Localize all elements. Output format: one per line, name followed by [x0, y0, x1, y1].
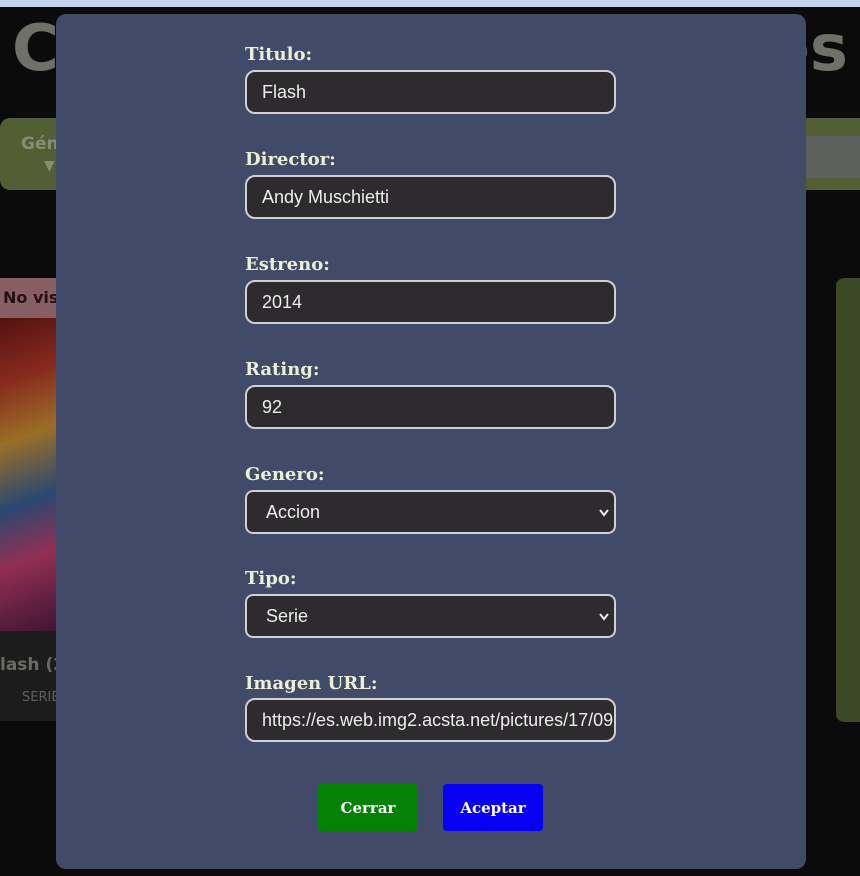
rating-label: Rating:: [245, 359, 320, 380]
tipo-select[interactable]: Serie: [245, 594, 616, 638]
director-input[interactable]: Andy Muschietti: [245, 175, 616, 219]
tipo-select-value: Serie: [266, 606, 309, 626]
aceptar-button[interactable]: Aceptar: [443, 784, 543, 831]
rating-input[interactable]: 92: [245, 385, 616, 429]
genero-select-value: Accion: [266, 502, 321, 522]
browser-top-strip: [0, 0, 860, 7]
titulo-input[interactable]: Flash: [245, 70, 616, 114]
estreno-input[interactable]: 2014: [245, 280, 616, 324]
director-label: Director:: [245, 149, 336, 170]
imagen-url-label: Imagen URL:: [245, 673, 378, 694]
estreno-label: Estreno:: [245, 254, 330, 275]
imagen-url-input[interactable]: https://es.web.img2.acsta.net/pictures/1…: [245, 698, 616, 742]
tipo-label: Tipo:: [245, 568, 297, 589]
cerrar-button[interactable]: Cerrar: [318, 784, 418, 831]
chevron-down-icon: [598, 493, 610, 548]
genero-label: Genero:: [245, 464, 325, 485]
chevron-down-icon: [598, 597, 610, 652]
genero-select[interactable]: Accion: [245, 490, 616, 534]
edit-modal: Titulo: Flash Director: Andy Muschietti …: [56, 14, 806, 869]
titulo-label: Titulo:: [245, 44, 313, 65]
